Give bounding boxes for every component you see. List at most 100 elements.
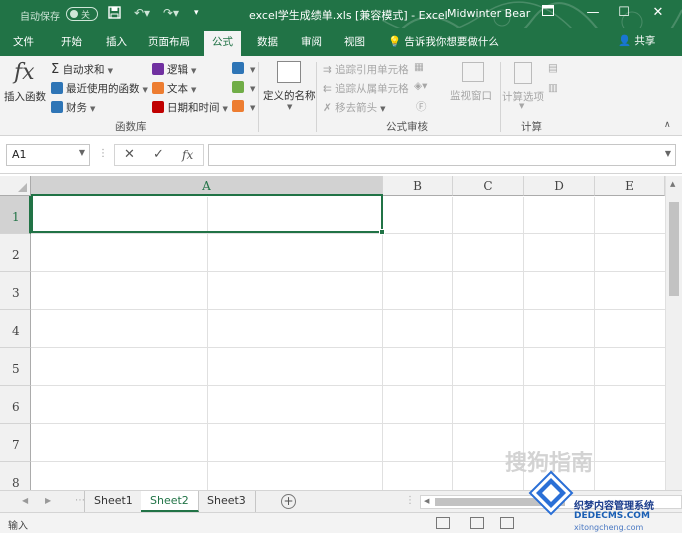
maximize-icon[interactable]: ☐ (614, 3, 634, 23)
scroll-grip-icon: ⋮ (405, 495, 415, 506)
enter-icon[interactable]: ✓ (153, 147, 164, 162)
column-header-c[interactable]: C (453, 176, 524, 196)
sheet-tab-sheet2[interactable]: Sheet2 (141, 491, 199, 512)
financial-button[interactable]: 财务 ▼ (51, 100, 95, 115)
autosave-label: 自动保存 (20, 12, 60, 23)
group-function-library: 函数库 (115, 121, 147, 133)
autosum-button[interactable]: Σ 自动求和 ▼ (51, 62, 113, 77)
tab-formulas[interactable]: 公式 (204, 31, 241, 56)
tag-icon[interactable] (277, 61, 301, 83)
tab-view[interactable]: 视图 (344, 34, 365, 49)
vertical-scroll-thumb[interactable] (669, 202, 679, 296)
cancel-icon[interactable]: ✕ (124, 147, 135, 162)
row-header-5[interactable]: 5 (0, 348, 31, 386)
vertical-scrollbar[interactable]: ▲ (665, 176, 682, 490)
name-box[interactable]: A1 ▼ (6, 144, 90, 166)
prev-sheet-icon[interactable]: ◀ (22, 496, 28, 505)
row-header-6[interactable]: 6 (0, 386, 31, 424)
defined-names-button[interactable]: 定义的名称 (263, 88, 316, 103)
column-header-b[interactable]: B (383, 176, 453, 196)
column-gridline (207, 197, 208, 490)
watermark-dedecms-cn: 织梦内容管理系统 (574, 501, 654, 512)
more-functions-button[interactable]: ▼ (232, 100, 255, 113)
remove-arrows-icon: ✗ (323, 102, 332, 114)
tab-data[interactable]: 数据 (257, 34, 278, 49)
scroll-up-icon[interactable]: ▲ (670, 180, 675, 188)
row-header-8[interactable]: 8 (0, 462, 31, 490)
row-header-1[interactable]: 1 (0, 196, 31, 234)
page-layout-view-icon[interactable] (470, 517, 484, 529)
normal-view-icon[interactable] (436, 517, 450, 529)
add-sheet-button[interactable]: + (281, 494, 296, 509)
tab-insert[interactable]: 插入 (106, 34, 127, 49)
watermark-xitongcheng: xitongcheng.com (574, 523, 644, 532)
sheet-tab-sheet1[interactable]: Sheet1 (84, 491, 143, 512)
recent-functions-button[interactable]: 最近使用的函数 ▼ (51, 81, 148, 96)
tab-review[interactable]: 审阅 (301, 34, 322, 49)
undo-icon[interactable]: ↶▾ (134, 6, 150, 20)
sheet-tab-sheet3[interactable]: Sheet3 (198, 491, 256, 512)
autosave-toggle[interactable]: 关 (66, 7, 98, 21)
row-header-4[interactable]: 4 (0, 310, 31, 348)
lookup-icon (232, 62, 244, 74)
chevron-down-icon[interactable]: ▼ (79, 148, 85, 157)
column-header-a[interactable]: A (31, 176, 383, 196)
insert-function-button[interactable]: 插入函数 (4, 89, 46, 104)
collapse-ribbon-icon[interactable]: ∧ (664, 120, 671, 130)
watch-window-button[interactable]: 监视窗口 (450, 88, 492, 103)
question-book-icon (152, 63, 164, 75)
tell-me-search[interactable]: 💡 告诉我你想要做什么 (388, 34, 499, 49)
selected-cell-a1[interactable] (31, 194, 385, 235)
datetime-button[interactable]: 日期和时间 ▼ (152, 100, 228, 115)
show-formulas-icon[interactable]: ▦ (414, 61, 424, 73)
select-all-corner[interactable] (0, 176, 31, 196)
formula-bar: A1 ▼ ⋮ ✕ ✓ fx ▼ (0, 136, 682, 174)
row-header-3[interactable]: 3 (0, 272, 31, 310)
formula-input[interactable]: ▼ (208, 144, 676, 166)
expand-formula-icon[interactable]: ▼ (665, 149, 671, 158)
column-header-d[interactable]: D (524, 176, 595, 196)
defined-names-caret: ▼ (287, 103, 293, 111)
user-name[interactable]: Midwinter Bear (447, 7, 530, 20)
fill-handle[interactable] (379, 229, 385, 235)
next-sheet-icon[interactable]: ▶ (45, 496, 51, 505)
calculator-icon[interactable] (514, 62, 532, 84)
fx-icon[interactable]: fx (14, 60, 35, 85)
select-all-triangle (18, 183, 27, 192)
share-button[interactable]: 👤 共享 (618, 33, 655, 48)
text-button[interactable]: 文本 ▼ (152, 81, 196, 96)
ribbon-display-icon[interactable] (538, 3, 558, 23)
tab-page-layout[interactable]: 页面布局 (148, 34, 190, 49)
save-icon[interactable] (108, 6, 121, 22)
autosum-label: 自动求和 (62, 64, 105, 76)
row-header-7[interactable]: 7 (0, 424, 31, 462)
insert-function-icon[interactable]: fx (182, 148, 193, 162)
redo-icon[interactable]: ↷▾ (163, 6, 179, 20)
lookup-button[interactable]: ▼ (232, 62, 255, 75)
evaluate-formula-icon[interactable]: Ⓕ (416, 99, 427, 114)
remove-arrows-button[interactable]: ✗ 移去箭头 ▼ (323, 100, 386, 115)
toggle-knob (70, 10, 78, 18)
column-header-e[interactable]: E (595, 176, 665, 196)
financial-label: 财务 (66, 102, 87, 114)
close-icon[interactable]: ✕ (648, 3, 668, 23)
calc-now-icon[interactable]: ▤ (548, 62, 558, 74)
page-break-view-icon[interactable] (500, 517, 514, 529)
minimize-icon[interactable]: — (583, 3, 603, 23)
scroll-left-icon[interactable]: ◀ (424, 497, 429, 505)
logical-button[interactable]: 逻辑 ▼ (152, 62, 196, 77)
group-divider (316, 62, 317, 132)
binoculars-icon[interactable] (462, 62, 484, 82)
error-checking-icon[interactable]: ◈▾ (414, 80, 427, 92)
customize-qat-icon[interactable]: ▾ (194, 8, 199, 18)
math-button[interactable]: ▼ (232, 81, 255, 94)
worksheet-grid[interactable]: A B C D E 1 2 3 4 5 6 7 8 ▲ (0, 174, 682, 490)
grip-icon[interactable]: ⋮ (98, 148, 108, 159)
calc-sheet-icon[interactable]: ▥ (548, 82, 558, 94)
row-header-2[interactable]: 2 (0, 234, 31, 272)
tab-home[interactable]: 开始 (61, 34, 82, 49)
book-icon (51, 101, 63, 113)
tab-file[interactable]: 文件 (13, 34, 34, 49)
trace-dependents-button[interactable]: ⇇ 追踪从属单元格 (323, 81, 409, 96)
trace-precedents-button[interactable]: ⇉ 追踪引用单元格 (323, 62, 409, 77)
